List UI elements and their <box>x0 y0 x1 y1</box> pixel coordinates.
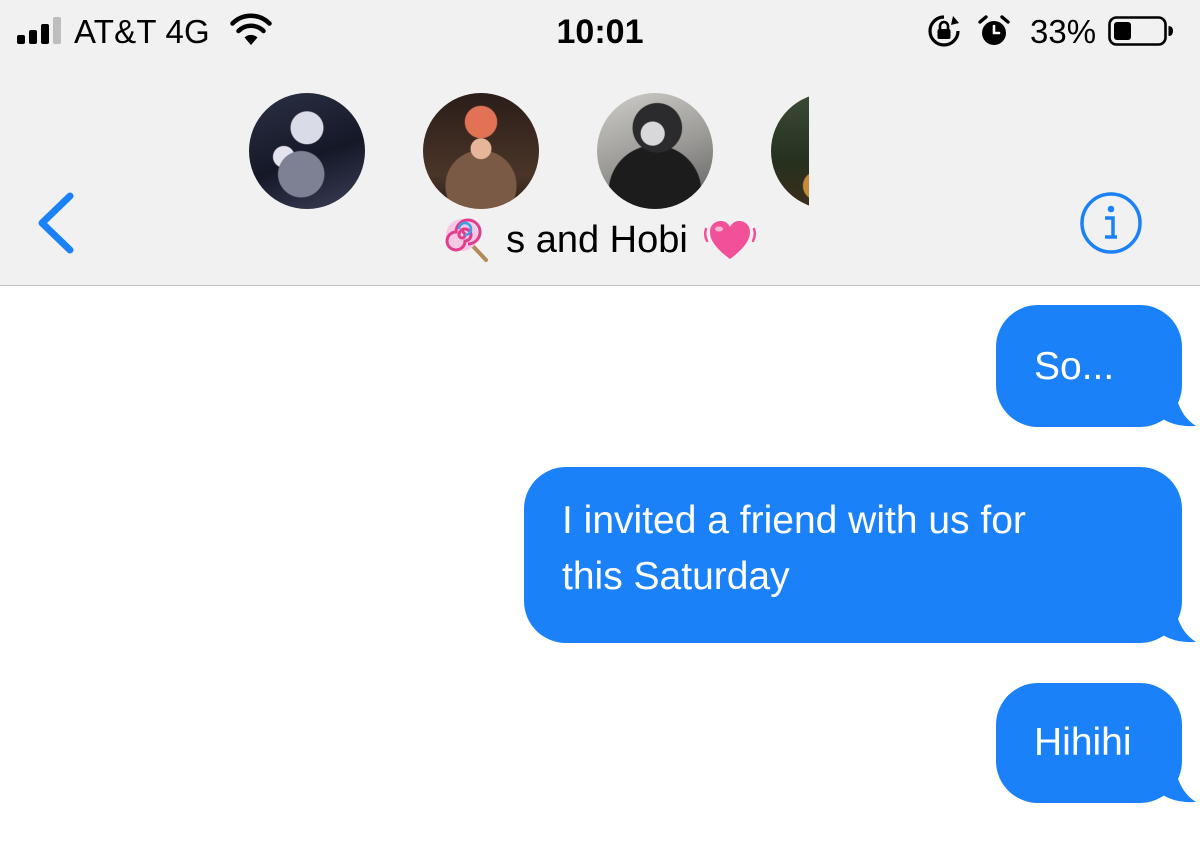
message-thread[interactable]: So... I invited a friend with us for thi… <box>0 287 1200 856</box>
rotation-lock-icon <box>928 15 960 47</box>
bubble-tail <box>1156 759 1196 803</box>
message-text: Hihihi <box>1034 721 1132 764</box>
info-button[interactable] <box>1078 190 1144 256</box>
avatar[interactable] <box>249 93 365 209</box>
message-text: I invited a friend with us for this Satu… <box>562 499 1026 598</box>
outgoing-message-bubble[interactable]: I invited a friend with us for this Satu… <box>524 467 1196 643</box>
beating-heart-emoji-icon <box>704 220 757 259</box>
avatar[interactable] <box>423 93 539 209</box>
status-bar: AT&T 4G 10:01 33% <box>0 0 1200 66</box>
alarm-icon <box>978 15 1010 45</box>
conversation-title-text: s and Hobi <box>506 218 688 261</box>
message-text: So... <box>1034 345 1115 388</box>
battery-icon <box>1108 16 1173 46</box>
avatar[interactable] <box>771 93 809 209</box>
conversation-header: AT&T 4G 10:01 33% s and Hobi <box>0 0 1200 286</box>
avatar[interactable] <box>597 93 713 209</box>
lollipop-emoji-icon <box>445 218 488 262</box>
conversation-title[interactable]: s and Hobi <box>0 214 1200 264</box>
group-avatars[interactable] <box>249 93 809 209</box>
clock: 10:01 <box>556 13 644 51</box>
outgoing-message-bubble[interactable]: Hihihi <box>996 683 1196 803</box>
battery-percentage: 33% <box>1030 13 1097 50</box>
bubble-tail <box>1156 383 1196 427</box>
outgoing-message-bubble[interactable]: So... <box>996 305 1196 427</box>
info-icon <box>1080 192 1142 254</box>
messages-screen: AT&T 4G 10:01 33% s and Hobi So... I inv… <box>0 0 1200 856</box>
bubble-tail <box>1156 599 1196 643</box>
